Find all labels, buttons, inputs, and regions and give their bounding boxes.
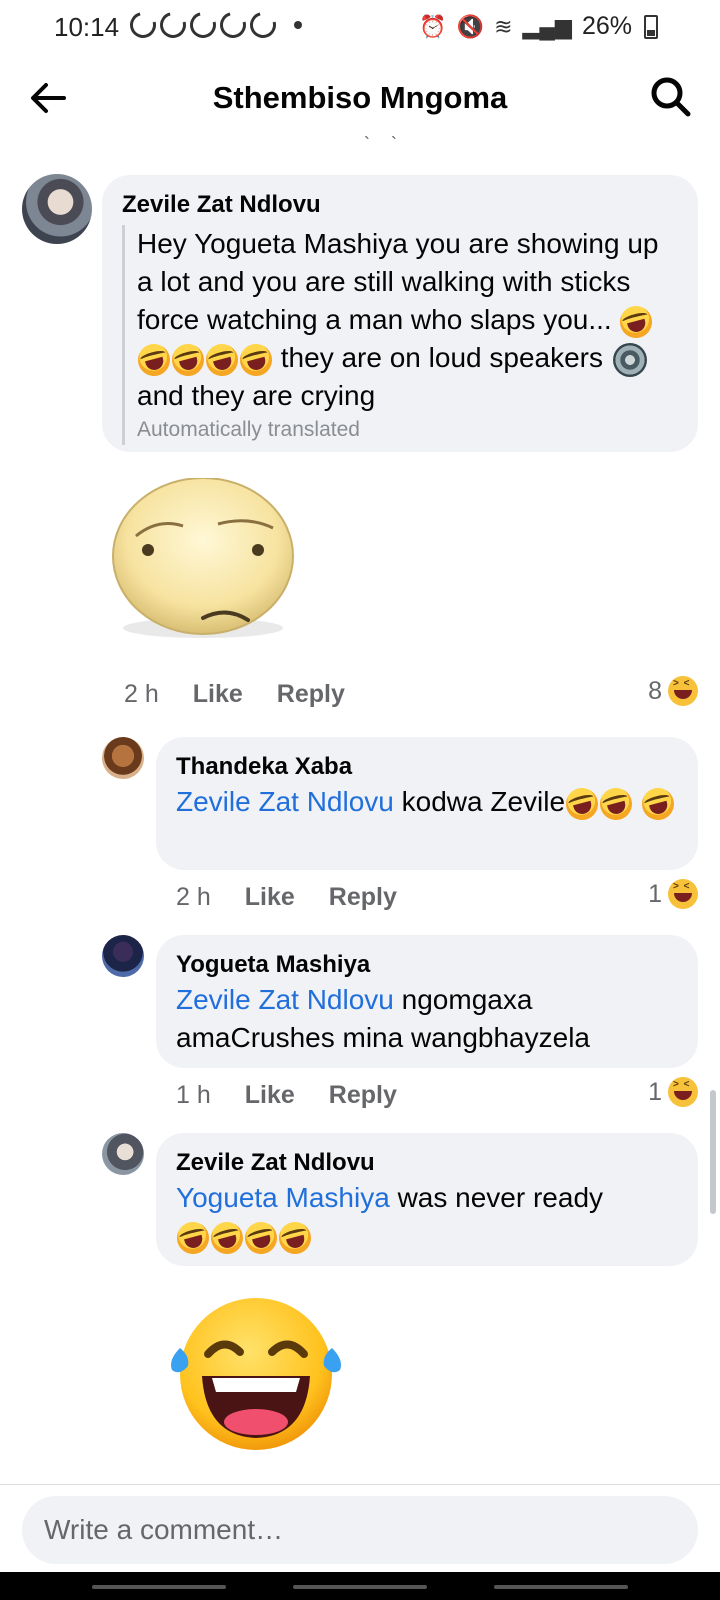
reaction-count[interactable]: 1 — [648, 879, 698, 909]
avatar[interactable] — [102, 737, 144, 779]
haha-reaction-icon — [668, 879, 698, 909]
auto-translated-label[interactable]: Automatically translated — [137, 415, 678, 445]
page-title: Sthembiso Mngoma — [212, 80, 508, 115]
search-icon[interactable] — [648, 74, 694, 120]
back-button[interactable] — [494, 1585, 628, 1589]
comment-input[interactable] — [22, 1496, 698, 1564]
rolling-laughing-emoji — [134, 340, 174, 380]
like-button[interactable]: Like — [193, 680, 243, 709]
avatar[interactable] — [102, 935, 144, 977]
reply-button[interactable]: Reply — [329, 883, 397, 912]
home-button[interactable] — [293, 1585, 427, 1589]
rolling-laughing-emoji — [236, 340, 276, 380]
reply-text: Zevile Zat Ndlovu ngomgaxa amaCrushes mi… — [176, 984, 590, 1053]
sync-icon — [215, 7, 251, 43]
mention-link[interactable]: Zevile Zat Ndlovu — [176, 984, 394, 1015]
comment-author[interactable]: Zevile Zat Ndlovu — [122, 189, 678, 221]
reaction-count[interactable]: 8 — [648, 676, 698, 706]
reply-button[interactable]: Reply — [277, 680, 345, 709]
comment-text: Hey Yogueta Mashiya you are showing up a… — [134, 225, 678, 415]
system-status: ⏰ 🔇 ≋ ▂▄▆ 26% — [419, 12, 658, 41]
rolling-laughing-emoji — [173, 1218, 213, 1258]
reply-actions: 2 h Like Reply — [176, 883, 431, 912]
rolling-laughing-emoji — [207, 1218, 247, 1258]
battery-icon — [644, 14, 658, 39]
rolling-laughing-emoji — [562, 784, 602, 824]
mention-link[interactable]: Zevile Zat Ndlovu — [176, 786, 394, 817]
comment-actions: 2 h Like Reply — [124, 680, 379, 709]
system-nav-bar — [0, 1572, 720, 1600]
avatar[interactable] — [22, 174, 92, 244]
mention-link[interactable]: Yogueta Mashiya — [176, 1182, 390, 1213]
reply-bubble[interactable]: Thandeka Xaba Zevile Zat Ndlovu kodwa Ze… — [156, 737, 698, 870]
reply-text: Yogueta Mashiya was never ready — [173, 1179, 678, 1258]
comment-time: 2 h — [124, 680, 159, 708]
haha-reaction-icon — [668, 676, 698, 706]
reply-time: 2 h — [176, 883, 211, 911]
notification-icons — [125, 7, 302, 43]
rolling-laughing-emoji — [275, 1218, 315, 1258]
comment-bubble[interactable]: Zevile Zat Ndlovu Hey Yogueta Mashiya yo… — [102, 175, 698, 452]
status-time: 10:14 — [54, 12, 120, 42]
avatar[interactable] — [102, 1133, 144, 1175]
rolling-laughing-emoji — [638, 784, 678, 824]
translated-quote: Hey Yogueta Mashiya you are showing up a… — [122, 225, 678, 445]
speaker-emoji — [612, 342, 647, 377]
signal-icon: ▂▄▆ — [522, 13, 572, 39]
reply-text: Zevile Zat Ndlovu kodwa Zevile — [176, 783, 678, 824]
scroll-fragment: ` ` — [364, 134, 405, 154]
sync-icon — [245, 7, 281, 43]
mute-icon: 🔇 — [456, 13, 485, 39]
tears-of-joy-sticker — [171, 1298, 341, 1450]
wifi-icon: ≋ — [494, 13, 513, 39]
reply-bubble[interactable]: Zevile Zat Ndlovu Yogueta Mashiya was ne… — [156, 1133, 698, 1266]
more-notifications-dot — [294, 21, 302, 29]
like-button[interactable]: Like — [245, 1081, 295, 1110]
reply-author[interactable]: Thandeka Xaba — [176, 751, 678, 783]
rolling-laughing-emoji — [241, 1218, 281, 1258]
alarm-icon: ⏰ — [419, 13, 447, 39]
reaction-count[interactable]: 1 — [648, 1077, 698, 1107]
divider — [0, 1484, 720, 1485]
scrollbar[interactable] — [710, 1090, 716, 1214]
reply-time: 1 h — [176, 1081, 211, 1109]
reply-button[interactable]: Reply — [329, 1081, 397, 1110]
rolling-laughing-emoji — [596, 784, 636, 824]
reply-bubble[interactable]: Yogueta Mashiya Zevile Zat Ndlovu ngomga… — [156, 935, 698, 1068]
reply-author[interactable]: Zevile Zat Ndlovu — [176, 1147, 678, 1179]
reply-actions: 1 h Like Reply — [176, 1081, 431, 1110]
haha-reaction-icon — [668, 1077, 698, 1107]
rolling-laughing-emoji — [616, 302, 657, 342]
battery-percent: 26% — [581, 12, 632, 40]
sync-icon — [155, 7, 191, 43]
worried-face-sticker — [112, 478, 294, 638]
rolling-laughing-emoji — [202, 340, 242, 380]
like-button[interactable]: Like — [245, 883, 295, 912]
rolling-laughing-emoji — [168, 340, 208, 380]
recents-button[interactable] — [92, 1585, 226, 1589]
reply-author[interactable]: Yogueta Mashiya — [176, 949, 678, 981]
status-bar: 10:14 ⏰ 🔇 ≋ ▂▄▆ 26% — [0, 0, 720, 52]
app-header: Sthembiso Mngoma — [0, 62, 720, 136]
sync-icon — [185, 7, 221, 43]
sync-icon — [125, 7, 161, 43]
